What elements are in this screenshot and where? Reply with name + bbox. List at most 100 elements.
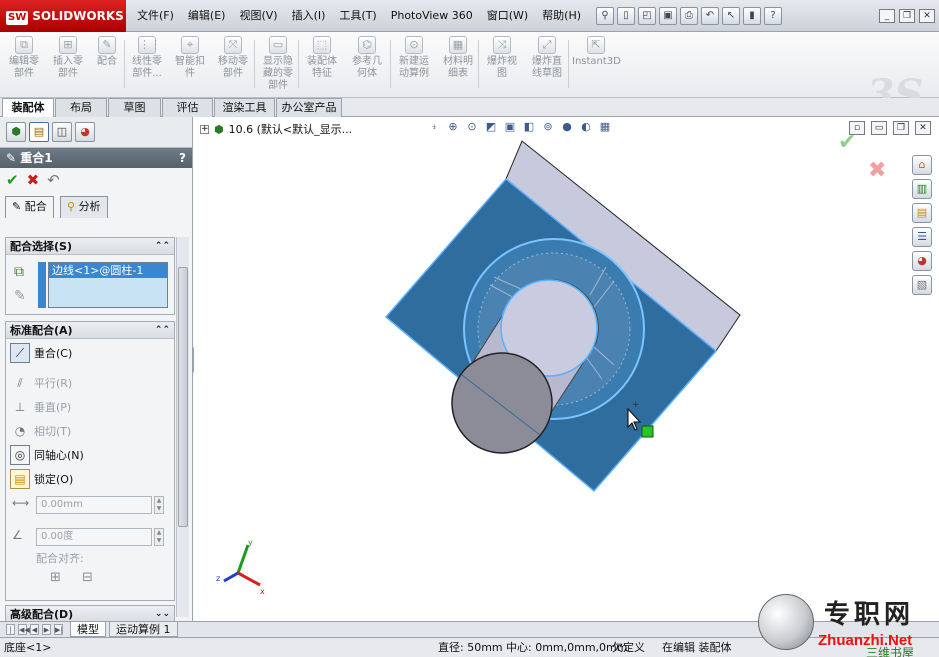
mate-option-coincident[interactable]: ⟋ 重合(C) [10, 342, 72, 364]
selection-item[interactable]: 边线<1>@圆柱-1 [49, 263, 167, 278]
confirm-cancel-icon[interactable]: ✖ [868, 157, 886, 185]
new-icon[interactable]: ▯ [617, 7, 635, 25]
feature-manager-icon[interactable]: ⬢ [6, 122, 26, 142]
view-orientation-icon[interactable]: ⍖ [426, 119, 442, 135]
mate-selections-title[interactable]: 配合选择(S) ⌃⌃ [6, 238, 174, 255]
scene-icon[interactable]: ▦ [597, 119, 613, 135]
menu-item-1[interactable]: 编辑(E) [181, 0, 233, 32]
design-library-icon[interactable]: ▥ [912, 179, 932, 199]
command-exploded-view[interactable]: ⤨ 爆炸视 图 [482, 36, 522, 94]
menu-item-2[interactable]: 视图(V) [232, 0, 284, 32]
view-cube-icon[interactable]: ◧ [521, 119, 537, 135]
next-tab-icon[interactable]: ▶| [54, 624, 63, 635]
undo-icon[interactable]: ↶ [47, 171, 60, 189]
cylinder-bottom-face[interactable] [451, 352, 553, 454]
graphics-area[interactable]: + + ⬢ 10.6 (默认<默认_显示... ⍖ ⊕ ⊙ ◩ ▣ ◧ ⊚ ● … [194, 117, 939, 621]
aligned-icon[interactable]: ⊞ [50, 570, 61, 585]
command-mate[interactable]: ✎ 配合 [92, 36, 122, 94]
open-icon[interactable]: ◰ [638, 7, 656, 25]
tab-0[interactable]: 装配体 [2, 98, 54, 117]
mate-option-concentric[interactable]: ◎ 同轴心(N) [10, 444, 84, 466]
command-assembly-feature[interactable]: ⬚ 装配体 特征 [302, 36, 342, 94]
appearance-icon[interactable]: ◐ [578, 119, 594, 135]
appearances-icon[interactable]: ◕ [912, 251, 932, 271]
assembly-model[interactable]: + [194, 117, 939, 621]
mate-option-perpendicular[interactable]: ⊥ 垂直(P) [10, 396, 71, 418]
help-icon[interactable]: ? [179, 148, 186, 168]
command-motion-study[interactable]: ⊙ 新建运 动算例 [394, 36, 434, 94]
collapse-icon[interactable]: ⌃⌃ [155, 238, 170, 255]
zoom-to-area-icon[interactable]: ⊙ [464, 119, 480, 135]
display-style-icon[interactable]: ⊚ [540, 119, 556, 135]
save-icon[interactable]: ▣ [659, 7, 677, 25]
file-explorer-icon[interactable]: ▤ [912, 203, 932, 223]
command-instant3d[interactable]: ⇱ Instant3D [572, 36, 621, 94]
previous-view-icon[interactable]: ◩ [483, 119, 499, 135]
display-manager-icon[interactable]: ◕ [75, 122, 95, 142]
tab-mates[interactable]: ✎ 配合 [5, 196, 54, 218]
tab-motion-study[interactable]: 运动算例 1 [109, 622, 178, 637]
cancel-icon[interactable]: ✖ [27, 171, 40, 189]
command-explode-line[interactable]: ⤢ 爆炸直 线草图 [526, 36, 568, 94]
viewport-restore-icon[interactable]: ❐ [893, 121, 909, 135]
tab-5[interactable]: 办公室产品 [276, 98, 342, 117]
rebuild-icon[interactable]: ▮ [743, 7, 761, 25]
command-edit-component[interactable]: ⧉ 编辑零 部件 [4, 36, 44, 94]
command-bom[interactable]: ▦ 材料明 细表 [438, 36, 478, 94]
mate-option-parallel[interactable]: ⫽ 平行(R) [10, 372, 72, 394]
tab-3[interactable]: 评估 [162, 98, 213, 117]
close-icon[interactable]: ✕ [919, 9, 935, 23]
confirm-ok-icon[interactable]: ✔ [838, 129, 886, 157]
menu-item-0[interactable]: 文件(F) [130, 0, 181, 32]
custom-properties-icon[interactable]: ▧ [912, 275, 932, 295]
command-reference-geometry[interactable]: ⌬ 参考几 何体 [346, 36, 388, 94]
prev-icon[interactable]: ◀ [30, 624, 39, 635]
scrollbar-thumb[interactable] [178, 267, 188, 527]
tab-model[interactable]: 模型 [70, 622, 106, 637]
section-view-icon[interactable]: ▣ [502, 119, 518, 135]
tab-analysis[interactable]: ⚲ 分析 [60, 196, 108, 218]
tab-1[interactable]: 布局 [55, 98, 107, 117]
ok-icon[interactable]: ✔ [6, 171, 19, 189]
options-icon[interactable]: ? [764, 7, 782, 25]
command-show-hidden[interactable]: ▭ 显示隐 藏的零 部件 [258, 36, 298, 94]
prev-tab-icon[interactable]: ◀◀ [18, 624, 30, 635]
next-icon[interactable]: ▶ [42, 624, 51, 635]
anti-aligned-icon[interactable]: ⊟ [82, 570, 93, 585]
minimize-icon[interactable]: _ [879, 9, 895, 23]
feature-tree-root[interactable]: + ⬢ 10.6 (默认<默认_显示... [200, 121, 352, 137]
view-palette-icon[interactable]: ☰ [912, 227, 932, 247]
panel-scrollbar[interactable] [176, 237, 189, 617]
print-icon[interactable]: ⎙ [680, 7, 698, 25]
menu-item-5[interactable]: PhotoView 360 [384, 0, 480, 32]
angle-input[interactable]: 0.00度 [36, 528, 152, 546]
configuration-manager-icon[interactable]: ◫ [52, 122, 72, 142]
distance-input[interactable]: 0.00mm [36, 496, 152, 514]
first-tab-icon[interactable]: |◀ [6, 624, 15, 645]
zoom-to-fit-icon[interactable]: ⊕ [445, 119, 461, 135]
collapse-icon[interactable]: ⌃⌃ [155, 322, 170, 339]
property-manager-icon[interactable]: ▤ [29, 122, 49, 142]
angle-spinner[interactable]: ▲ ▼ [154, 528, 164, 546]
viewport-close-icon[interactable]: ✕ [915, 121, 931, 135]
command-linear-pattern[interactable]: ⋮⋮ 线性零 部件... [126, 36, 168, 94]
distance-spinner[interactable]: ▲ ▼ [154, 496, 164, 514]
select-icon[interactable]: ↖ [722, 7, 740, 25]
undo-icon[interactable]: ↶ [701, 7, 719, 25]
menu-item-4[interactable]: 工具(T) [332, 0, 383, 32]
menu-item-6[interactable]: 窗口(W) [480, 0, 535, 32]
standard-mates-title[interactable]: 标准配合(A) ⌃⌃ [6, 322, 174, 339]
command-smart-fastener[interactable]: ⌖ 智能扣 件 [170, 36, 210, 94]
tab-4[interactable]: 渲染工具 [214, 98, 275, 117]
tab-2[interactable]: 草图 [108, 98, 161, 117]
restore-icon[interactable]: ❐ [899, 9, 915, 23]
menu-item-3[interactable]: 插入(I) [285, 0, 333, 32]
command-insert-component[interactable]: ⊞ 插入零 部件 [48, 36, 88, 94]
solidworks-logo[interactable]: SW SOLIDWORKS [0, 0, 126, 32]
hide-show-icon[interactable]: ● [559, 119, 575, 135]
command-move-component[interactable]: ⤧ 移动零 部件 [212, 36, 254, 94]
mate-selection-list[interactable]: 边线<1>@圆柱-1 [48, 262, 168, 308]
menu-item-7[interactable]: 帮助(H) [535, 0, 588, 32]
resources-icon[interactable]: ⌂ [912, 155, 932, 175]
expand-icon[interactable]: + [200, 124, 209, 134]
